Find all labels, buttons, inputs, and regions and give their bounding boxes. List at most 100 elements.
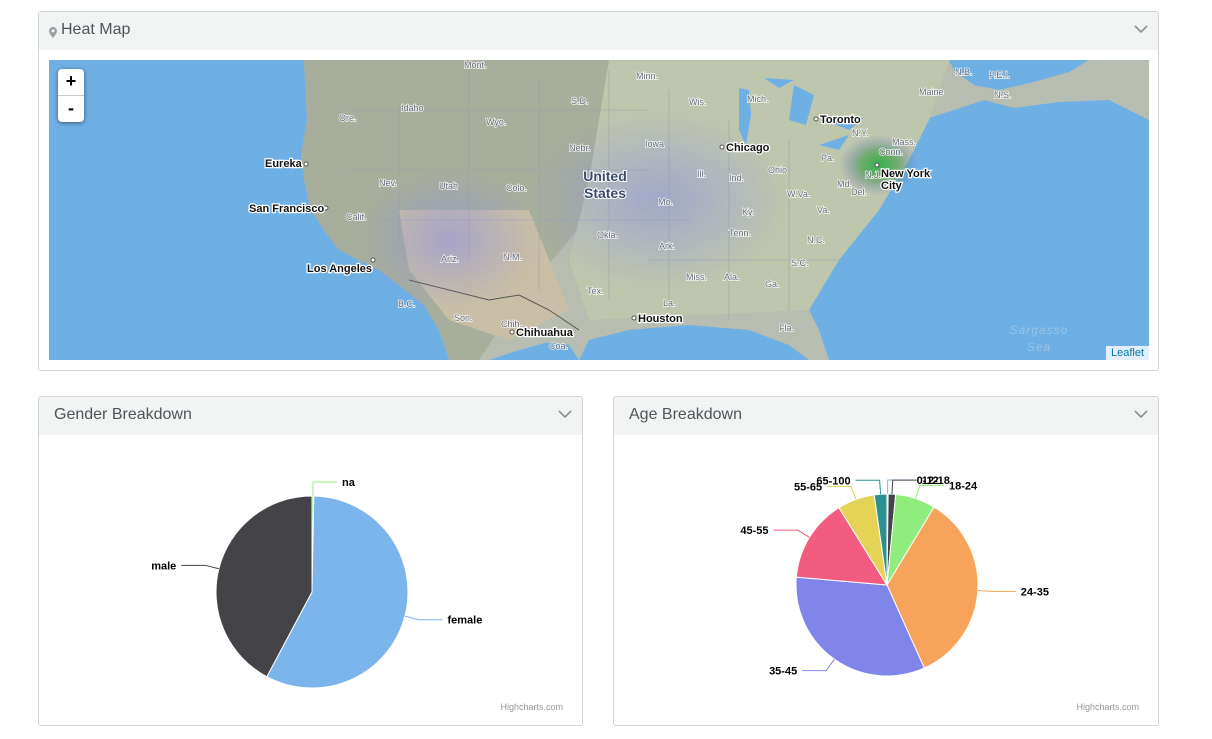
map-label-region: Conn. — [879, 147, 903, 157]
map-label-region: N.B. — [955, 67, 973, 77]
map-label-region: Mo. — [658, 197, 673, 207]
map-attribution-link[interactable]: Leaflet — [1105, 346, 1149, 360]
map-label-region: N.Y. — [852, 128, 868, 138]
map-label-region: Del. — [851, 187, 867, 197]
map-label-region: N.M. — [503, 252, 522, 262]
map-label-sea-1: Sargasso — [1010, 323, 1069, 337]
map-label-region: Idaho — [401, 103, 424, 113]
map-label-region: Son. — [454, 313, 473, 323]
map-label-region: Chih. — [501, 319, 522, 329]
map-label-region: Ga. — [765, 279, 780, 289]
gender-connector-male — [181, 564, 219, 570]
map-label-region: Md. — [837, 179, 852, 189]
age-header: Age Breakdown — [614, 397, 1158, 435]
map-label-region: Ky. — [742, 207, 754, 217]
map-label-region: Ill. — [697, 169, 706, 179]
age-connector-18-24 — [915, 484, 945, 499]
map-label-region: N.S. — [994, 90, 1012, 100]
map-label-los-angeles: Los Angeles — [307, 263, 372, 275]
map-label-region: Calif. — [346, 212, 367, 222]
gender-label-female: female — [447, 615, 482, 627]
map-label-region: Nev. — [379, 178, 397, 188]
map-marker-icon — [49, 27, 57, 38]
age-label-45-55: 45-55 — [740, 525, 768, 537]
age-connector-45-55 — [773, 529, 810, 538]
zoom-control: + - — [58, 69, 84, 122]
map-label-houston: Houston — [638, 313, 683, 325]
map-label-region: La. — [663, 298, 676, 308]
age-connector-0-12 — [887, 479, 912, 495]
heatmap-panel: Heat Map Eureka San Francisco Los Angele… — [38, 11, 1159, 371]
gender-label-male: male — [151, 560, 176, 572]
age-title: Age Breakdown — [629, 406, 742, 423]
heatmap-title: Heat Map — [61, 21, 131, 38]
age-pie-chart[interactable]: 0-1212-18 18-2424-3535-4545-5555-6565-100 — [614, 435, 1159, 726]
map-label-region: Utah — [439, 181, 458, 191]
gender-title: Gender Breakdown — [54, 406, 192, 423]
map-label-sea-2: Sea — [1027, 340, 1051, 354]
zoom-in-button[interactable]: + — [58, 69, 84, 96]
map-label-region: B.C. — [398, 299, 416, 309]
heatmap-header: Heat Map — [39, 12, 1158, 50]
map-label-region: Pa. — [821, 153, 835, 163]
map-label-region: Va. — [817, 205, 830, 215]
age-connector-24-35 — [977, 590, 1016, 592]
map-label-region: S.C. — [791, 258, 809, 268]
map-label-region: Mich. — [747, 94, 769, 104]
map-label-country-1: United — [583, 168, 627, 184]
chevron-down-icon[interactable] — [558, 410, 572, 419]
map-label-region: Minn. — [636, 71, 658, 81]
map-label-region: W.Va. — [787, 189, 810, 199]
gender-label-na: na — [342, 477, 356, 489]
map-label-region: Mont. — [464, 60, 487, 70]
age-connector-12-18 — [891, 479, 917, 495]
map-label-san-francisco: San Francisco — [249, 203, 324, 215]
map-label-region: Ohio — [768, 165, 787, 175]
chevron-down-icon[interactable] — [1134, 410, 1148, 419]
gender-panel: Gender Breakdown na female male Highcharts… — [38, 396, 583, 726]
age-connector-35-45 — [802, 658, 835, 672]
map-label-city: City — [881, 180, 903, 192]
gender-header: Gender Breakdown — [39, 397, 582, 435]
map-label-country-2: States — [584, 185, 626, 201]
zoom-out-button[interactable]: - — [58, 96, 84, 122]
age-label-65-100: 65-100 — [816, 475, 850, 487]
gender-credit-link[interactable]: Highcharts.com — [500, 702, 563, 712]
age-connector-55-65 — [827, 485, 857, 500]
map-label-region: Ala. — [724, 272, 740, 282]
map-label-region: Wyo. — [486, 117, 506, 127]
map-tiles[interactable]: Eureka San Francisco Los Angeles Chicago… — [49, 60, 1149, 360]
map-label-region: Fla. — [779, 323, 794, 333]
map-label-region: Colo. — [506, 183, 527, 193]
map-label-region: Ore. — [339, 113, 357, 123]
heatmap-map[interactable]: Eureka San Francisco Los Angeles Chicago… — [49, 60, 1149, 360]
chevron-down-icon[interactable] — [1134, 25, 1148, 34]
age-label-35-45: 35-45 — [769, 666, 797, 678]
map-label-chicago: Chicago — [726, 142, 770, 154]
map-label-toronto: Toronto — [820, 114, 861, 126]
gender-pie-chart[interactable]: na female male — [39, 435, 583, 726]
map-label-region: N.J. — [865, 170, 881, 180]
age-label-24-35: 24-35 — [1021, 586, 1049, 598]
gender-connector-female — [404, 615, 443, 621]
age-credit-link[interactable]: Highcharts.com — [1076, 702, 1139, 712]
map-label-region: P.E.I. — [989, 70, 1010, 80]
map-label-chihuahua: Chihuahua — [516, 327, 574, 339]
age-connector-65-100 — [855, 479, 882, 495]
age-panel: Age Breakdown 0-12 12-18 18-24 24-35 35-45 45… — [613, 396, 1159, 726]
map-label-region: N.C. — [807, 235, 825, 245]
map-label-region: Iowa — [645, 139, 664, 149]
map-label-region: Nebr. — [569, 143, 591, 153]
map-label-region: Miss. — [686, 272, 707, 282]
map-label-region: Tex. — [587, 286, 604, 296]
map-label-region: Wis. — [689, 97, 707, 107]
map-label-region: Ind. — [729, 173, 744, 183]
map-label-region: Tenn. — [729, 228, 751, 238]
map-label-region: Ariz. — [441, 254, 459, 264]
map-label-region: S.D. — [571, 96, 589, 106]
map-label-region: Mass. — [892, 137, 916, 147]
map-label-eureka: Eureka — [265, 158, 303, 170]
map-label-region: Okla. — [597, 230, 618, 240]
map-label-new-york: New York — [881, 168, 931, 180]
age-label-18-24: 18-24 — [949, 480, 978, 492]
